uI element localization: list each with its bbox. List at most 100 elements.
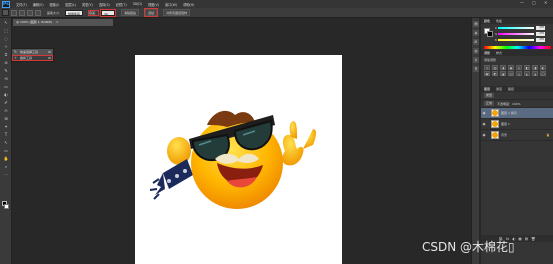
brush-panel-icon[interactable]: ⊞ <box>473 39 479 45</box>
exposure-icon[interactable]: ▣ <box>508 65 514 70</box>
crop-tool-icon[interactable]: ⌗ <box>2 51 10 58</box>
rock-hand-shape <box>282 121 316 166</box>
brightness-icon[interactable]: ☼ <box>484 65 490 70</box>
menu-help[interactable]: 帮助(H) <box>183 2 194 7</box>
type-tool-icon[interactable]: T <box>2 131 10 138</box>
layer-row[interactable]: ◉ 图层 1 拷贝 <box>481 108 553 119</box>
sample-size-select[interactable]: 抛擦笔画 <box>65 9 84 16</box>
visibility-eye-icon[interactable]: ◉ <box>481 133 487 137</box>
menu-edit[interactable]: 编辑(E) <box>33 2 44 7</box>
add-selection-icon[interactable] <box>19 9 25 16</box>
properties-panel-icon[interactable]: ◈ <box>473 30 479 36</box>
invert-icon[interactable]: ◫ <box>508 71 514 76</box>
healing-tool-icon[interactable]: ✎ <box>2 67 10 74</box>
intersect-selection-icon[interactable] <box>35 9 41 16</box>
menu-file[interactable]: 文件(F) <box>16 2 27 7</box>
gradient-tool-icon[interactable]: ◐ <box>2 91 10 98</box>
zoom-tool-icon[interactable]: ⌕ <box>2 163 10 170</box>
background-color-chip[interactable] <box>487 31 493 37</box>
lasso-tool-icon[interactable]: ◌ <box>2 35 10 42</box>
blend-mode-select[interactable]: 正常 <box>484 101 495 106</box>
color-balance-icon[interactable]: ◨ <box>532 65 538 70</box>
delete-layer-icon[interactable]: 🗑 <box>531 237 535 241</box>
green-value[interactable]: 255 <box>536 32 545 36</box>
menu-type[interactable]: 类型(Y) <box>82 2 93 7</box>
antialias-checkbox[interactable]: 消除锯齿 <box>121 9 140 16</box>
layers-panel: 类型 正常 不透明度：100% ◉ 图层 1 拷贝 ◉ 图层 1 ◉ 背景 🔒 <box>481 92 553 242</box>
red-value[interactable]: 255 <box>536 26 545 30</box>
history-panel-icon[interactable]: ▤ <box>473 21 479 27</box>
green-slider-bar <box>498 33 534 35</box>
layer-name: 图层 1 <box>501 122 510 126</box>
tool-preset-icon[interactable] <box>2 9 9 16</box>
menu-view[interactable]: 视图(V) <box>148 2 159 7</box>
clone-stamp-icon[interactable]: ✍ <box>2 107 10 114</box>
hue-icon[interactable]: ◧ <box>524 65 530 70</box>
red-slider[interactable]: R 255 <box>495 26 551 30</box>
blue-value[interactable]: 255 <box>536 38 545 42</box>
blue-slider[interactable]: B 255 <box>495 38 551 42</box>
maximize-icon[interactable]: □ <box>532 0 536 5</box>
visibility-eye-icon[interactable]: ◉ <box>481 111 487 115</box>
paragraph-panel-icon[interactable]: ¶ <box>473 66 479 72</box>
layer-row[interactable]: ◉ 背景 🔒 <box>481 130 553 141</box>
selective-color-icon[interactable]: ◯ <box>540 71 546 76</box>
curves-icon[interactable]: ◑ <box>500 65 506 70</box>
move-tool-icon[interactable]: ↖ <box>2 19 10 26</box>
threshold-icon[interactable]: ◭ <box>524 71 530 76</box>
brush-tool-icon[interactable]: ✐ <box>2 99 10 106</box>
visibility-eye-icon[interactable]: ◉ <box>481 122 487 126</box>
subtract-selection-icon[interactable] <box>27 9 33 16</box>
layer-blend-row: 正常 不透明度：100% <box>481 100 553 108</box>
history-brush-icon[interactable]: ⟲ <box>2 75 10 82</box>
opacity-field[interactable]: 不透明度：100% <box>497 102 521 106</box>
character-panel-icon[interactable]: A <box>473 57 479 63</box>
gradient-map-icon[interactable]: ◮ <box>532 71 538 76</box>
color-panel: R 255 G 255 B 255 <box>481 24 553 50</box>
menu-select[interactable]: 选择(S) <box>99 2 110 7</box>
menu-image[interactable]: 图像(I) <box>50 2 60 7</box>
new-layer-icon[interactable]: ▤ <box>525 237 528 241</box>
photo-filter-icon[interactable]: ▦ <box>484 71 490 76</box>
hand-tool-icon[interactable]: ✋ <box>2 155 10 162</box>
document-tab[interactable]: @ 100% (图层 1, RGB/8) × <box>13 19 113 26</box>
eyedropper-tool-icon[interactable]: ⊘ <box>2 59 10 66</box>
contiguous-checkbox[interactable]: 连续 <box>144 8 159 17</box>
menu-window[interactable]: 窗口(W) <box>165 2 177 7</box>
levels-icon[interactable]: ▥ <box>492 65 498 70</box>
menu-3d[interactable]: 3D(D) <box>133 2 142 6</box>
rectangle-tool-icon[interactable]: ▭ <box>2 147 10 154</box>
new-selection-icon[interactable] <box>11 9 17 16</box>
clone-panel-icon[interactable]: ◍ <box>473 48 479 54</box>
black-white-icon[interactable]: ◐ <box>540 65 546 70</box>
flyout-item-magic-wand[interactable]: ✧ 魔棒工具 W <box>12 55 53 61</box>
minimize-icon[interactable]: — <box>520 0 524 5</box>
left-hand-shape <box>149 137 193 200</box>
background-color-swatch[interactable] <box>4 204 9 209</box>
green-slider[interactable]: G 255 <box>495 32 551 36</box>
more-tools-icon[interactable]: ⋯ <box>2 171 10 178</box>
marquee-tool-icon[interactable]: ⬚ <box>2 27 10 34</box>
vibrance-icon[interactable]: ▽ <box>516 65 522 70</box>
all-layers-checkbox[interactable]: 对所有图层取样 <box>163 9 191 16</box>
menu-layer[interactable]: 图层(L) <box>65 2 76 7</box>
color-lookup-icon[interactable]: ◪ <box>500 71 506 76</box>
tab-close-icon[interactable]: × <box>56 20 59 24</box>
layer-row[interactable]: ◉ 图层 1 <box>481 119 553 130</box>
channel-mixer-icon[interactable]: ◩ <box>492 71 498 76</box>
tolerance-input[interactable]: 30 <box>100 8 117 17</box>
path-select-icon[interactable]: ↖ <box>2 139 10 146</box>
csdn-watermark: CSDN @木棉花▯ <box>422 240 515 254</box>
magic-wand-tool-icon[interactable]: ✧ <box>2 43 10 50</box>
eraser-tool-icon[interactable]: ▭ <box>2 83 10 90</box>
adjustment-layer-icon[interactable]: ▦ <box>518 237 521 241</box>
posterize-icon[interactable]: ◬ <box>516 71 522 76</box>
tolerance-label: 容差： <box>88 9 100 16</box>
color-spectrum[interactable] <box>484 46 551 49</box>
pen-tool-icon[interactable]: ✦ <box>2 123 10 130</box>
document-canvas[interactable] <box>135 55 342 264</box>
layer-kind-select[interactable]: 类型 <box>484 93 495 98</box>
blur-tool-icon[interactable]: ⊞ <box>2 115 10 122</box>
close-window-icon[interactable]: ✕ <box>544 0 547 5</box>
menu-filter[interactable]: 滤镜(T) <box>116 2 127 7</box>
